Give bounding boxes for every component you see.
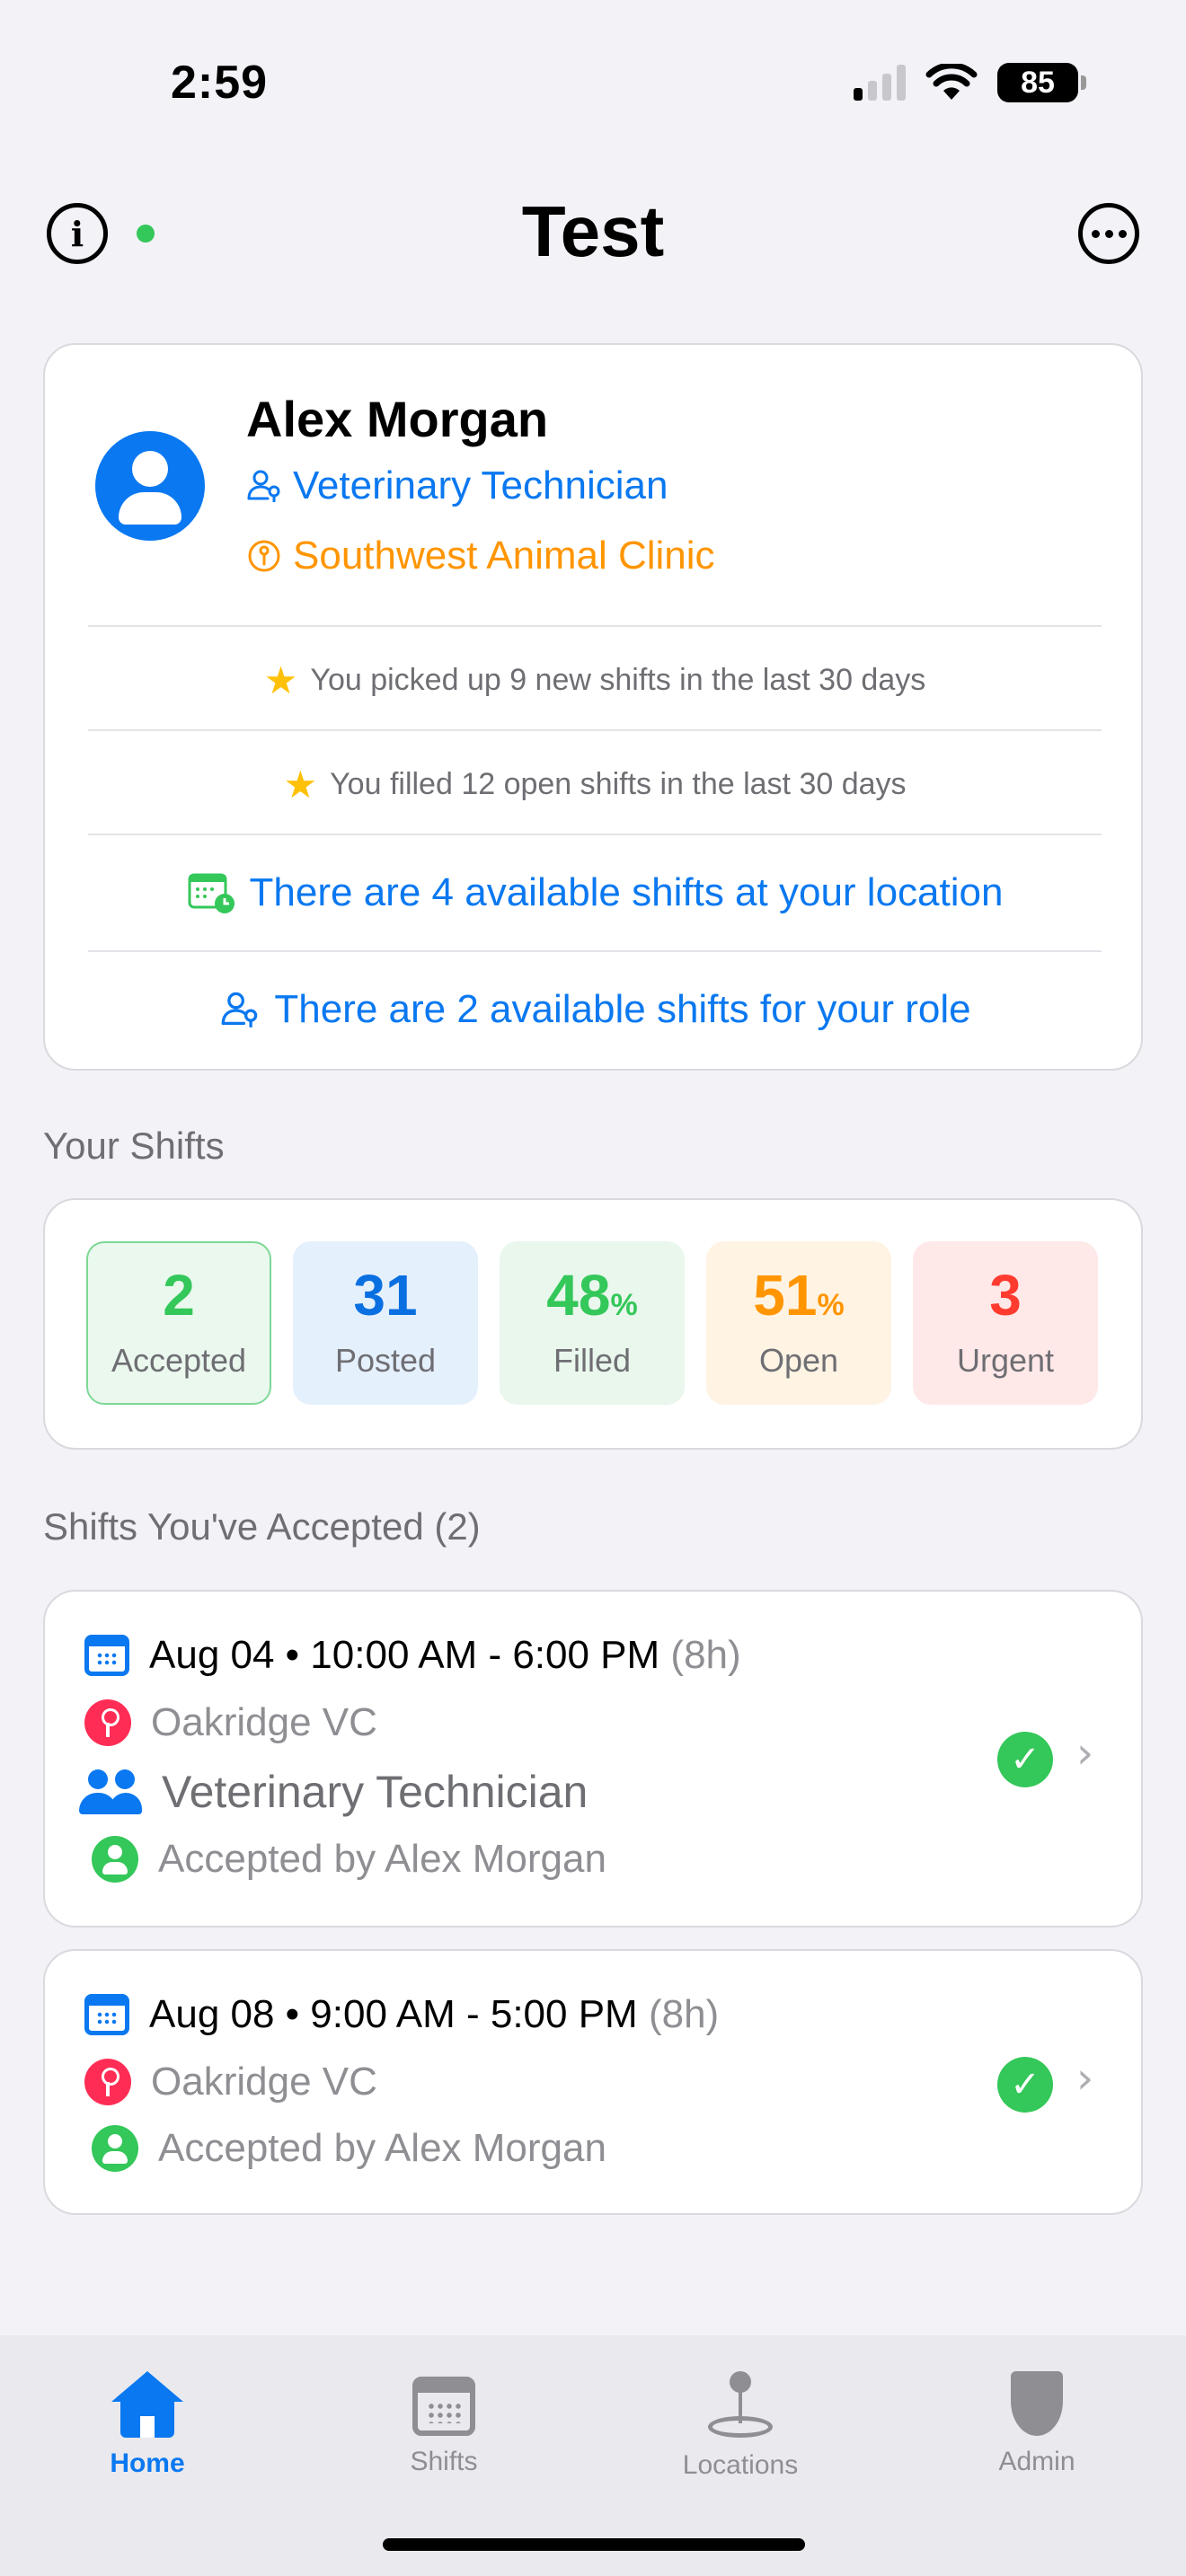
shift-datetime-row: Aug 08 • 9:00 AM - 5:00 PM (8h) [84,1992,719,2037]
shift-card[interactable]: Aug 08 • 9:00 AM - 5:00 PM (8h) Oakridge… [43,1949,1143,2215]
shift-datetime: Aug 04 • 10:00 AM - 6:00 PM (8h) [149,1633,741,1677]
calendar-icon [84,1994,129,2035]
stat-filled-text: You filled 12 open shifts in the last 30… [330,766,907,801]
ellipsis-dot [1104,229,1113,238]
user-circle-icon [92,2125,138,2172]
stat-value: 2 [163,1263,195,1328]
stat-label: Urgent [956,1342,1055,1379]
calendar-clock-icon [188,873,235,913]
shift-accepted-by: Accepted by Alex Morgan [158,1837,606,1881]
stat-value: 51% [753,1263,845,1328]
page-title: Test [521,191,665,271]
calendar-icon [412,2377,475,2436]
stat-label: Open [758,1342,839,1379]
stat-value: 48% [546,1263,638,1328]
tab-label: Admin [998,2447,1075,2476]
person-key-icon [222,992,258,1028]
ellipsis-dot [1118,229,1127,238]
profile-role-label: Veterinary Technician [293,463,668,507]
shift-accepted-row: Accepted by Alex Morgan [84,2125,606,2172]
stat-open-percent[interactable]: 51% Open [706,1241,891,1405]
person-key-icon [247,470,280,502]
link-location-shifts[interactable]: There are 4 available shifts at your loc… [45,857,1145,929]
tab-shifts[interactable]: Shifts [354,2371,534,2477]
link-role-shifts[interactable]: There are 2 available shifts for your ro… [45,974,1145,1045]
profile-clinic-label: Southwest Animal Clinic [293,534,715,578]
status-time: 2:59 [171,57,269,109]
stat-picked-up-text: You picked up 9 new shifts in the last 3… [310,662,926,697]
link-location-shifts-text: There are 4 available shifts at your loc… [249,870,1004,914]
shift-datetime-row: Aug 04 • 10:00 AM - 6:00 PM (8h) [84,1633,741,1678]
stat-filled: ★ You filled 12 open shifts in the last … [45,753,1145,816]
stat-value: 3 [989,1263,1022,1328]
tab-label: Home [110,2448,185,2478]
shift-role: Veterinary Technician [162,1767,589,1817]
shift-accepted-by: Accepted by Alex Morgan [158,2126,606,2170]
calendar-icon [84,1635,129,1676]
stat-posted[interactable]: 31 Posted [293,1241,478,1405]
home-indicator [383,2538,805,2551]
shift-role-row: Veterinary Technician [79,1766,588,1818]
shift-card[interactable]: Aug 04 • 10:00 AM - 6:00 PM (8h) Oakridg… [43,1590,1143,1928]
tab-locations[interactable]: Locations [651,2371,830,2481]
people-icon [79,1769,142,1814]
chevron-right-icon: › [1076,1728,1094,1778]
checkmark-icon: ✓ [997,2057,1053,2113]
ellipsis-icon [1091,229,1100,238]
stat-label: Filled [553,1342,632,1379]
user-circle-icon [92,1836,138,1883]
tab-label: Shifts [410,2447,478,2476]
pin-icon [704,2371,776,2439]
cellular-signal-icon [854,65,906,101]
shift-accepted-row: Accepted by Alex Morgan [84,1836,606,1883]
shift-location-row: Oakridge VC [84,2059,377,2105]
profile-name: Alex Morgan [246,391,549,447]
avatar [95,431,205,541]
section-title-your-shifts: Your Shifts [43,1125,225,1167]
stats-card: 2 Accepted 31 Posted 48% Filled 51% Open… [43,1198,1143,1450]
checkmark-icon: ✓ [997,1732,1053,1787]
location-pin-icon [84,1699,131,1746]
stat-label: Accepted [111,1342,247,1379]
house-icon [110,2371,185,2438]
stat-label: Posted [334,1342,437,1379]
stat-accepted[interactable]: 2 Accepted [86,1241,271,1405]
shift-location: Oakridge VC [151,2060,377,2104]
stat-urgent[interactable]: 3 Urgent [913,1241,1098,1405]
shift-location-row: Oakridge VC [84,1699,377,1746]
pin-circle-icon [248,540,280,572]
shield-icon [1011,2371,1063,2436]
tab-label: Locations [682,2450,799,2480]
shift-location: Oakridge VC [151,1700,377,1744]
profile-clinic: Southwest Animal Clinic [246,534,715,578]
status-icons: 85 [854,63,1086,102]
star-icon: ★ [283,763,318,806]
location-pin-icon [84,2059,131,2105]
wifi-icon [925,64,978,100]
divider [88,729,1102,731]
divider [88,834,1102,835]
stat-picked-up: ★ You picked up 9 new shifts in the last… [45,648,1145,711]
chevron-right-icon: › [1076,2053,1094,2104]
profile-card: Alex Morgan Veterinary Technician Southw… [43,343,1143,1071]
link-role-shifts-text: There are 2 available shifts for your ro… [274,987,971,1031]
more-button[interactable] [1078,203,1139,264]
tab-home[interactable]: Home [58,2371,237,2479]
divider [88,625,1102,627]
profile-role: Veterinary Technician [246,463,668,508]
section-title-accepted: Shifts You've Accepted (2) [43,1505,481,1548]
shift-datetime: Aug 08 • 9:00 AM - 5:00 PM (8h) [149,1992,720,2036]
star-icon: ★ [263,658,298,701]
stat-value: 31 [353,1263,418,1328]
tab-admin[interactable]: Admin [947,2371,1127,2477]
battery-icon: 85 [997,63,1086,102]
divider [88,950,1102,952]
stat-filled-percent[interactable]: 48% Filled [500,1241,685,1405]
